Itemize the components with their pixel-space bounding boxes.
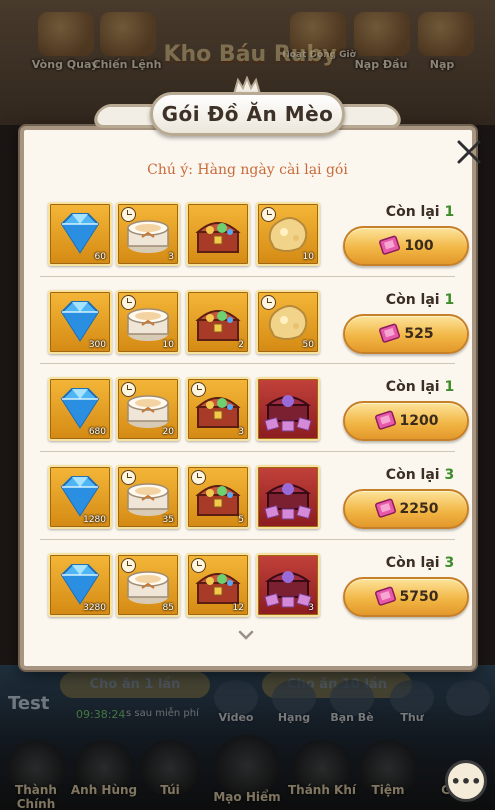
remaining-count: Còn lại 3 — [370, 555, 470, 571]
dialog-title: Gói Đồ Ăn Mèo — [161, 102, 334, 126]
item-quantity: 2 — [238, 340, 244, 350]
reward-item[interactable] — [256, 377, 320, 441]
ticket-chest-icon — [258, 467, 318, 527]
buy-button[interactable]: 5750 — [343, 577, 469, 617]
remaining-count: Còn lại 1 — [370, 379, 470, 395]
ruby-ticket-icon — [374, 586, 396, 606]
item-quantity: 12 — [232, 603, 244, 613]
price-label: 2250 — [399, 501, 439, 517]
remaining-count: Còn lại 1 — [370, 204, 470, 220]
treasure-chest-icon — [188, 204, 248, 264]
price-label: 100 — [404, 238, 434, 254]
row-divider — [40, 276, 455, 277]
remaining-number: 1 — [444, 204, 455, 220]
reward-item[interactable]: 50 — [256, 290, 320, 354]
clock-icon — [261, 295, 276, 310]
item-quantity: 50 — [302, 340, 314, 350]
daily-reset-notice: Chú ý: Hàng ngày cài lại gói — [147, 162, 348, 178]
item-quantity: 85 — [162, 603, 174, 613]
reward-item[interactable]: 2 — [186, 290, 250, 354]
item-quantity: 60 — [94, 252, 106, 262]
reward-item[interactable]: 3 — [116, 202, 180, 266]
title-banner: Gói Đồ Ăn Mèo — [150, 92, 345, 136]
item-quantity: 5 — [238, 515, 244, 525]
buy-button[interactable]: 1200 — [343, 401, 469, 441]
remaining-number: 3 — [444, 555, 455, 571]
reward-item[interactable]: 10 — [256, 202, 320, 266]
price-label: 1200 — [399, 413, 439, 429]
price-label: 525 — [404, 326, 434, 342]
remaining-count: Còn lại 3 — [370, 467, 470, 483]
clock-icon — [261, 207, 276, 222]
reward-item[interactable]: 300 — [48, 290, 112, 354]
package-row: 680 20 3 Còn lại 1 1200 — [40, 377, 469, 461]
clock-icon — [121, 470, 136, 485]
reward-item[interactable]: 20 — [116, 377, 180, 441]
reward-item[interactable] — [256, 465, 320, 529]
reward-item[interactable]: 12 — [186, 553, 250, 617]
ruby-ticket-icon — [379, 323, 401, 343]
remaining-number: 3 — [444, 467, 455, 483]
item-quantity: 3 — [238, 427, 244, 437]
ruby-ticket-icon — [374, 410, 396, 430]
item-quantity: 10 — [162, 340, 174, 350]
item-quantity: 10 — [302, 252, 314, 262]
reward-item[interactable]: 3 — [186, 377, 250, 441]
reward-item[interactable]: 680 — [48, 377, 112, 441]
reward-item[interactable] — [186, 202, 250, 266]
item-quantity: 680 — [88, 427, 106, 437]
price-label: 5750 — [399, 589, 439, 605]
item-quantity: 3 — [168, 252, 174, 262]
item-quantity: 3 — [308, 603, 314, 613]
remaining-number: 1 — [444, 379, 455, 395]
ruby-ticket-icon — [374, 498, 396, 518]
package-row: 3280 85 12 3 Còn lại 3 5750 — [40, 553, 469, 637]
item-quantity: 20 — [162, 427, 174, 437]
reward-item[interactable]: 85 — [116, 553, 180, 617]
row-divider — [40, 539, 455, 540]
clock-icon — [121, 207, 136, 222]
buy-button[interactable]: 525 — [343, 314, 469, 354]
scroll-down-icon — [238, 630, 254, 640]
remaining-label: Còn lại — [385, 555, 440, 571]
reward-item[interactable]: 1280 — [48, 465, 112, 529]
remaining-label: Còn lại — [385, 292, 440, 308]
clock-icon — [191, 382, 206, 397]
package-row: 1280 35 5 Còn lại 3 2250 — [40, 465, 469, 549]
reward-item[interactable]: 3 — [256, 553, 320, 617]
remaining-count: Còn lại 1 — [370, 292, 470, 308]
clock-icon — [191, 558, 206, 573]
package-row: 300 10 2 50 Còn lại 1 525 — [40, 290, 469, 374]
buy-button[interactable]: 100 — [343, 226, 469, 266]
item-quantity: 3280 — [83, 603, 106, 613]
item-quantity: 300 — [88, 340, 106, 350]
package-row: 60 3 10 Còn lại 1 100 — [40, 202, 469, 286]
remaining-label: Còn lại — [385, 379, 440, 395]
chat-icon: ••• — [450, 771, 482, 791]
chat-button[interactable]: ••• — [445, 760, 487, 802]
buy-button[interactable]: 2250 — [343, 489, 469, 529]
reward-item[interactable]: 3280 — [48, 553, 112, 617]
remaining-label: Còn lại — [385, 204, 440, 220]
reward-item[interactable]: 10 — [116, 290, 180, 354]
reward-item[interactable]: 35 — [116, 465, 180, 529]
clock-icon — [121, 382, 136, 397]
remaining-number: 1 — [444, 292, 455, 308]
clock-icon — [121, 295, 136, 310]
item-quantity: 35 — [162, 515, 174, 525]
remaining-label: Còn lại — [385, 467, 440, 483]
clock-icon — [191, 470, 206, 485]
row-divider — [40, 363, 455, 364]
reward-item[interactable]: 60 — [48, 202, 112, 266]
ruby-ticket-icon — [379, 235, 401, 255]
clock-icon — [121, 558, 136, 573]
ticket-chest-icon — [258, 379, 318, 439]
row-divider — [40, 451, 455, 452]
item-quantity: 1280 — [83, 515, 106, 525]
reward-item[interactable]: 5 — [186, 465, 250, 529]
